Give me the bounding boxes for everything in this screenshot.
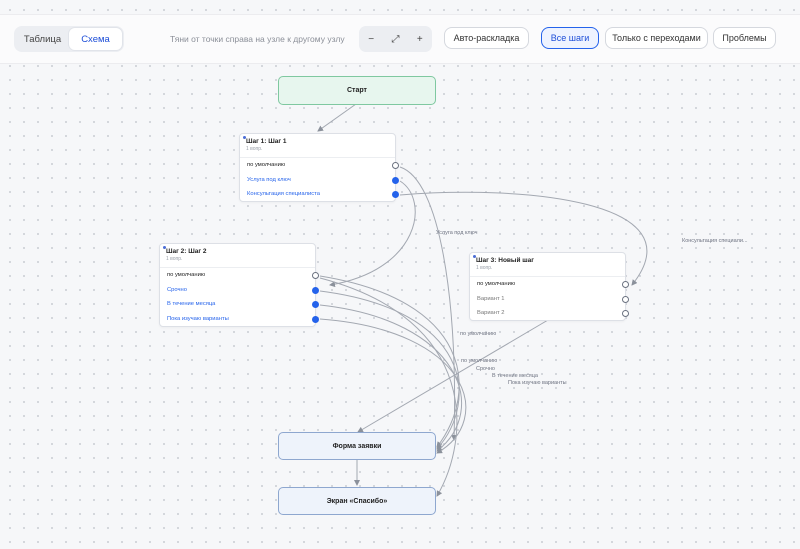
option-row: по умолчанию [160, 268, 319, 283]
connection-handle[interactable] [312, 315, 319, 323]
option-row: Вариант 1 [470, 292, 629, 307]
edge-step2-urgent [319, 290, 460, 450]
node-header: Шаг 3: Новый шаг 1 вопр. [470, 253, 625, 277]
node-pin-icon [243, 136, 246, 139]
edge-label-default-b: по умолчанию [461, 358, 497, 364]
thanks-label: Экран «Спасибо» [326, 497, 388, 505]
node-subtitle: 1 вопр. [246, 146, 263, 152]
option-label: Вариант 2 [477, 310, 505, 317]
edge-label-urgent: Срочно [476, 366, 495, 372]
start-node[interactable]: Старт [278, 76, 436, 105]
edge-step2-default [319, 275, 460, 448]
connection-handle[interactable] [622, 281, 629, 288]
step-node-2[interactable]: Шаг 2: Шаг 2 1 вопр. по умолчанию Срочно… [159, 243, 319, 327]
option-row: Консультация специалиста [240, 187, 399, 202]
option-row: Услуга под ключ [240, 173, 399, 188]
node-header: Шаг 1: Шаг 1 1 вопр. [240, 134, 395, 158]
node-subtitle: 1 вопр. [166, 256, 183, 262]
node-subtitle: 1 вопр. [476, 265, 493, 271]
node-title: Шаг 3: Новый шаг [476, 257, 534, 264]
edge-label-service: Услуга под ключ [436, 230, 478, 236]
option-label: Пока изучаю варианты [167, 315, 229, 322]
connection-handle[interactable] [622, 295, 629, 303]
edge-step1-default [399, 166, 458, 441]
option-row: Срочно [160, 283, 319, 298]
connection-handle[interactable] [312, 301, 319, 308]
node-title: Шаг 1: Шаг 1 [246, 138, 287, 145]
thanks-node[interactable]: Экран «Спасибо» [278, 487, 436, 515]
step-node-3[interactable]: Шаг 3: Новый шаг 1 вопр. по умолчанию Ва… [469, 252, 629, 321]
step-node-1[interactable]: Шаг 1: Шаг 1 1 вопр. по умолчанию Услуга… [239, 133, 399, 202]
edge-step2-to-thanks [319, 277, 458, 497]
node-header: Шаг 2: Шаг 2 1 вопр. [160, 244, 315, 268]
option-row: В течение месяца [160, 297, 319, 312]
option-label: по умолчанию [247, 162, 286, 169]
edge-start-step1 [317, 103, 357, 132]
edge-label-month: В течение месяца [492, 373, 539, 379]
option-row: по умолчанию [240, 158, 399, 173]
edge-label-default-a: по умолчанию [460, 331, 496, 337]
connection-handle[interactable] [392, 176, 399, 184]
option-label: по умолчанию [477, 281, 516, 288]
option-label: Вариант 1 [477, 295, 505, 302]
edge-label-consult: Консультация специали... [682, 238, 748, 244]
connection-handle[interactable] [392, 162, 399, 169]
edge-step2-month [319, 304, 462, 452]
start-label: Старт [347, 87, 367, 94]
connection-handle[interactable] [392, 191, 399, 198]
node-pin-icon [473, 255, 476, 258]
option-label: Услуга под ключ [247, 176, 291, 183]
form-node[interactable]: Форма заявки [278, 432, 436, 460]
node-pin-icon [163, 246, 166, 249]
option-label: Консультация специалиста [247, 191, 320, 198]
option-label: по умолчанию [167, 272, 206, 279]
connection-handle[interactable] [622, 310, 629, 317]
option-label: Срочно [167, 286, 187, 293]
option-row: по умолчанию [470, 277, 629, 292]
connection-handle[interactable] [312, 272, 319, 279]
node-title: Шаг 2: Шаг 2 [166, 248, 207, 255]
option-row: Пока изучаю варианты [160, 312, 319, 327]
edge-label-exploring: Пока изучаю варианты [508, 380, 567, 386]
option-label: В течение месяца [167, 301, 216, 308]
form-label: Форма заявки [332, 442, 382, 450]
option-row: Вариант 2 [470, 306, 629, 321]
connection-handle[interactable] [312, 286, 319, 294]
